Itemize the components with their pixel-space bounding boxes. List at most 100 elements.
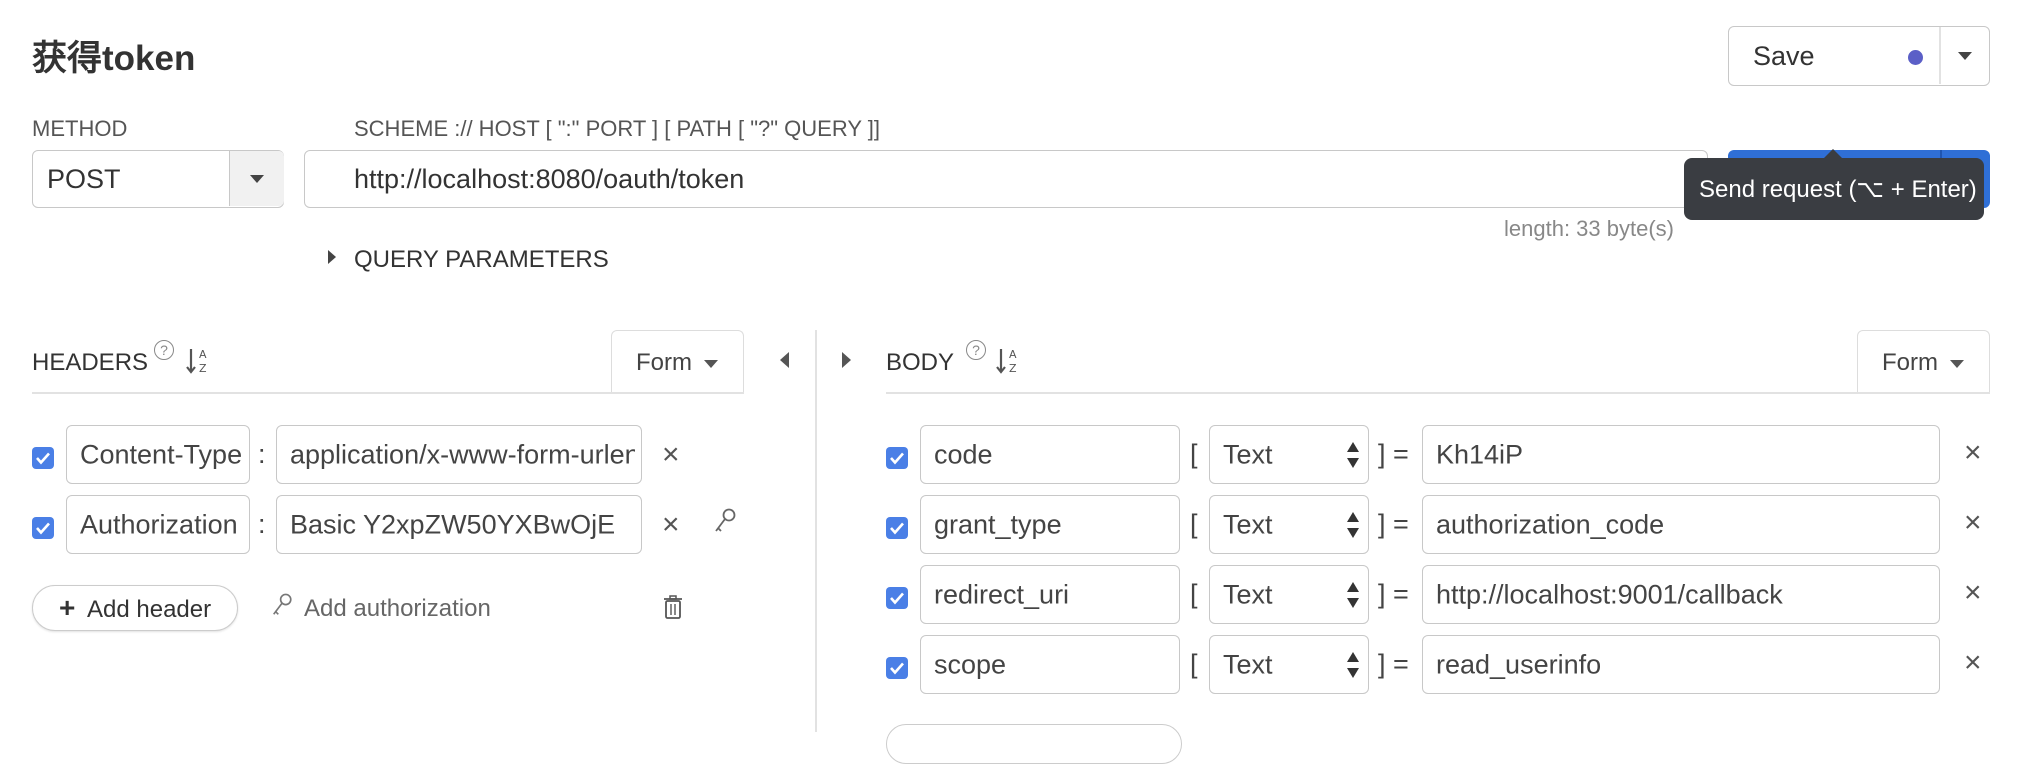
- header-row: Content-Type : application/x-www-form-ur…: [32, 425, 752, 485]
- param-type-select[interactable]: Text: [1209, 635, 1369, 694]
- add-header-label: Add header: [87, 596, 212, 623]
- url-value: http://localhost:8080/oauth/token: [354, 164, 745, 194]
- param-name: scope: [934, 649, 1007, 679]
- save-options-dropdown[interactable]: [1940, 27, 1989, 84]
- param-enabled-checkbox[interactable]: [886, 587, 908, 609]
- add-header-button[interactable]: + Add header: [32, 585, 238, 631]
- method-value: POST: [47, 164, 121, 194]
- add-authorization-link[interactable]: Add authorization: [270, 590, 510, 626]
- svg-text:Z: Z: [199, 362, 207, 375]
- bracket-open: [: [1190, 579, 1198, 609]
- body-param-row: scope [ Text ] = read_userinfo ×: [886, 635, 1990, 695]
- bracket-close-equals: ] =: [1378, 649, 1409, 679]
- param-value-input[interactable]: Kh14iP: [1422, 425, 1940, 484]
- header-colon: :: [258, 439, 266, 469]
- up-down-arrows-icon: [1346, 440, 1360, 470]
- bracket-close-equals: ] =: [1378, 439, 1409, 469]
- remove-param-icon[interactable]: ×: [1964, 578, 1982, 608]
- body-format-select[interactable]: Form: [1857, 330, 1990, 392]
- chevron-down-icon: [250, 175, 264, 183]
- param-type-select[interactable]: Text: [1209, 565, 1369, 624]
- up-down-arrows-icon: [1346, 510, 1360, 540]
- up-down-arrows-icon: [1346, 580, 1360, 610]
- param-value: Kh14iP: [1436, 439, 1524, 469]
- param-name: grant_type: [934, 509, 1062, 539]
- chevron-down-icon: [704, 360, 718, 368]
- param-value-input[interactable]: http://localhost:9001/callback: [1422, 565, 1940, 624]
- method-select[interactable]: POST: [32, 150, 284, 208]
- headers-format-select[interactable]: Form: [611, 330, 744, 392]
- param-type-select[interactable]: Text: [1209, 495, 1369, 554]
- param-name-input[interactable]: code: [920, 425, 1180, 484]
- url-input[interactable]: http://localhost:8080/oauth/token: [304, 150, 1708, 208]
- collapse-right-icon[interactable]: [842, 352, 851, 368]
- header-colon: :: [258, 509, 266, 539]
- panel-divider: [815, 330, 817, 732]
- param-value-input[interactable]: read_userinfo: [1422, 635, 1940, 694]
- remove-param-icon[interactable]: ×: [1964, 438, 1982, 468]
- headers-format-label: Form: [636, 349, 692, 376]
- save-button-group: Save: [1728, 26, 1990, 86]
- bracket-close-equals: ] =: [1378, 509, 1409, 539]
- param-name-input[interactable]: redirect_uri: [920, 565, 1180, 624]
- headers-underline: [32, 392, 744, 394]
- param-type-select[interactable]: Text: [1209, 425, 1369, 484]
- remove-header-icon[interactable]: ×: [662, 510, 680, 540]
- header-value: application/x-www-form-urlencoded: [290, 439, 635, 469]
- param-type: Text: [1223, 439, 1273, 469]
- save-label: Save: [1753, 41, 1815, 71]
- param-name-input[interactable]: grant_type: [920, 495, 1180, 554]
- param-type: Text: [1223, 509, 1273, 539]
- param-value: read_userinfo: [1436, 649, 1602, 679]
- url-format-hint: SCHEME :// HOST [ ":" PORT ] [ PATH [ "?…: [354, 116, 880, 141]
- header-enabled-checkbox[interactable]: [32, 447, 54, 469]
- url-length: length: 33 byte(s): [1504, 216, 1674, 241]
- param-enabled-checkbox[interactable]: [886, 657, 908, 679]
- tooltip-arrow: [1823, 149, 1843, 159]
- param-enabled-checkbox[interactable]: [886, 517, 908, 539]
- param-name: redirect_uri: [934, 579, 1070, 609]
- param-type: Text: [1223, 649, 1273, 679]
- body-title: BODY: [886, 349, 955, 376]
- sort-az-icon[interactable]: A Z: [996, 346, 1022, 376]
- up-down-arrows-icon: [1346, 650, 1360, 680]
- header-value-input[interactable]: application/x-www-form-urlencoded: [276, 425, 642, 484]
- sort-az-icon[interactable]: A Z: [186, 346, 212, 376]
- svg-text:A: A: [1009, 348, 1017, 361]
- param-name: code: [934, 439, 993, 469]
- bracket-open: [: [1190, 439, 1198, 469]
- header-value-input[interactable]: Basic Y2xpZW50YXBwOjE: [276, 495, 642, 554]
- save-button[interactable]: Save: [1729, 27, 1939, 84]
- trash-icon[interactable]: [662, 594, 684, 620]
- remove-param-icon[interactable]: ×: [1964, 508, 1982, 538]
- chevron-down-icon: [1958, 52, 1972, 60]
- svg-text:A: A: [199, 348, 207, 361]
- svg-text:Z: Z: [1009, 362, 1017, 375]
- request-title: 获得token: [32, 39, 196, 78]
- header-enabled-checkbox[interactable]: [32, 517, 54, 539]
- add-parameter-button[interactable]: [886, 724, 1182, 764]
- method-dropdown-toggle[interactable]: [229, 151, 284, 206]
- param-value: authorization_code: [1436, 509, 1665, 539]
- query-parameters-label: QUERY PARAMETERS: [354, 246, 609, 273]
- header-value: Basic Y2xpZW50YXBwOjE: [290, 509, 616, 539]
- body-param-row: code [ Text ] = Kh14iP ×: [886, 425, 1990, 485]
- param-value: http://localhost:9001/callback: [1436, 579, 1783, 609]
- param-name-input[interactable]: scope: [920, 635, 1180, 694]
- help-icon[interactable]: ?: [966, 340, 986, 360]
- triangle-right-icon: [328, 250, 336, 264]
- collapse-left-icon[interactable]: [780, 352, 789, 368]
- header-name-input[interactable]: Content-Type: [66, 425, 250, 484]
- tooltip-text: Send request (⌥ + Enter): [1699, 176, 1977, 203]
- help-icon[interactable]: ?: [154, 340, 174, 360]
- plus-icon: +: [59, 592, 76, 623]
- remove-header-icon[interactable]: ×: [662, 440, 680, 470]
- add-authorization-label: Add authorization: [304, 595, 491, 622]
- param-value-input[interactable]: authorization_code: [1422, 495, 1940, 554]
- method-label: METHOD: [32, 116, 128, 141]
- header-name-input[interactable]: Authorization: [66, 495, 250, 554]
- key-icon[interactable]: [712, 507, 738, 537]
- bracket-open: [: [1190, 509, 1198, 539]
- remove-param-icon[interactable]: ×: [1964, 648, 1982, 678]
- param-enabled-checkbox[interactable]: [886, 447, 908, 469]
